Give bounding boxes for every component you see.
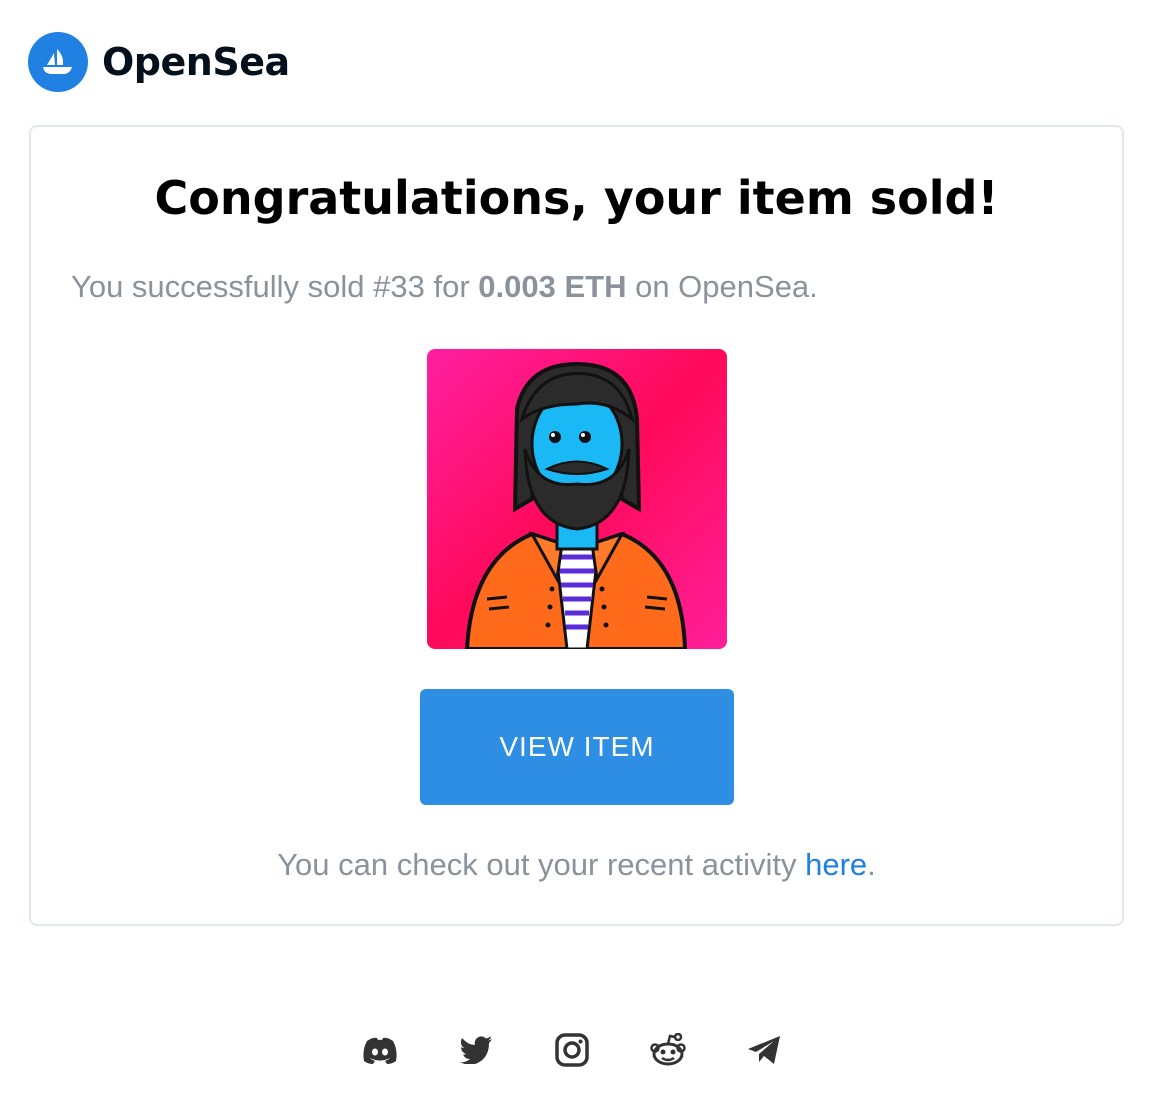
- discord-icon[interactable]: [360, 1030, 400, 1070]
- sailboat-icon[interactable]: [28, 32, 88, 92]
- sold-price: 0.003 ETH: [478, 269, 627, 304]
- email-title: Congratulations, your item sold!: [154, 171, 999, 225]
- sale-card: Congratulations, your item sold! You suc…: [29, 125, 1124, 926]
- activity-message: You can check out your recent activity h…: [31, 847, 1122, 883]
- reddit-icon[interactable]: [648, 1030, 688, 1070]
- sold-prefix: You successfully sold #33 for: [71, 269, 479, 304]
- sold-message: You successfully sold #33 for 0.003 ETH …: [71, 269, 818, 305]
- sold-suffix: on OpenSea.: [626, 269, 818, 304]
- activity-link[interactable]: here: [805, 847, 867, 882]
- nft-image[interactable]: [427, 349, 727, 649]
- opensea-header: OpenSea: [28, 32, 290, 92]
- activity-prefix: You can check out your recent activity: [277, 847, 806, 882]
- activity-suffix: .: [867, 847, 876, 882]
- view-item-button[interactable]: VIEW ITEM: [420, 689, 734, 805]
- telegram-icon[interactable]: [744, 1030, 784, 1070]
- instagram-icon[interactable]: [552, 1030, 592, 1070]
- social-links: [360, 1030, 784, 1070]
- brand-name[interactable]: OpenSea: [102, 40, 290, 84]
- twitter-icon[interactable]: [456, 1030, 496, 1070]
